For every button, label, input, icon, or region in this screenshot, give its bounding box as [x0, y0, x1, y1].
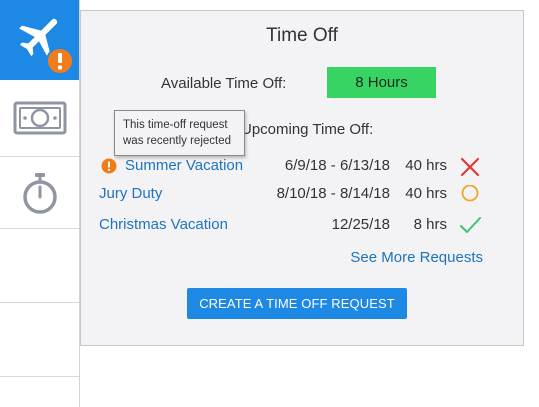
sidebar-item-empty[interactable]: [0, 377, 79, 407]
available-time-off-value: 8 Hours: [327, 67, 436, 98]
request-hours: 8 hrs: [413, 216, 447, 233]
circle-icon: [461, 185, 479, 202]
create-time-off-request-button[interactable]: CREATE A TIME OFF REQUEST: [187, 288, 407, 319]
checkmark-icon: [460, 217, 481, 233]
request-dates: 8/10/18 - 8/14/18: [276, 185, 390, 202]
request-row: Jury Duty 8/10/18 - 8/14/18 40 hrs: [81, 185, 523, 207]
request-name-link[interactable]: Jury Duty: [99, 185, 162, 202]
request-dates: 12/25/18: [331, 216, 390, 233]
sidebar-item-empty[interactable]: [0, 303, 79, 377]
stopwatch-icon: [22, 172, 57, 214]
tooltip-text-line: This time-off request: [123, 119, 228, 131]
money-icon: [13, 101, 66, 135]
see-more-requests-link[interactable]: See More Requests: [350, 249, 483, 266]
rejected-tooltip: This time-off request was recently rejec…: [114, 110, 245, 156]
upcoming-time-off-label: Upcoming Time Off:: [241, 121, 374, 138]
tooltip-text-line: was recently rejected: [123, 135, 232, 147]
sidebar-item-timer[interactable]: [0, 157, 79, 229]
sidebar-item-time-off[interactable]: [0, 0, 79, 80]
time-off-panel: Time Off Available Time Off: 8 Hours Upc…: [80, 10, 524, 346]
request-hours: 40 hrs: [405, 185, 447, 202]
alert-icon: [46, 47, 74, 75]
available-time-off-label: Available Time Off:: [161, 75, 287, 92]
request-row: Christmas Vacation 12/25/18 8 hrs: [81, 216, 523, 238]
request-name-link[interactable]: Summer Vacation: [125, 157, 243, 174]
request-name-link[interactable]: Christmas Vacation: [99, 216, 228, 233]
panel-title: Time Off: [266, 25, 338, 46]
sidebar-item-empty[interactable]: [0, 229, 79, 303]
request-row: Summer Vacation 6/9/18 - 6/13/18 40 hrs: [81, 157, 523, 179]
x-icon: [460, 157, 480, 177]
sidebar: [0, 0, 80, 407]
request-dates: 6/9/18 - 6/13/18: [284, 157, 390, 174]
sidebar-item-pay[interactable]: [0, 80, 79, 157]
request-hours: 40 hrs: [405, 157, 447, 174]
